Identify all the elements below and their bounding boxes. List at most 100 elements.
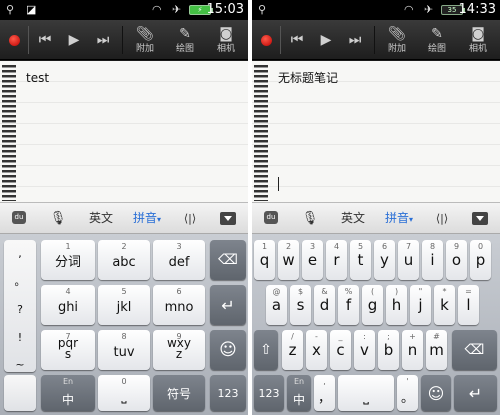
note-editor[interactable]: test [0, 61, 248, 202]
cursor-move-icon[interactable]: ⟨|⟩ [428, 203, 456, 234]
key-c[interactable]: _ c [330, 330, 351, 370]
key-e[interactable]: 3e [302, 240, 323, 280]
symbol-key[interactable]: 符号 [153, 375, 205, 411]
key-m[interactable]: # m [426, 330, 447, 370]
key-4[interactable]: 4 ghi [41, 285, 95, 325]
key-f[interactable]: % f [338, 285, 359, 325]
key-digit: 5 [121, 287, 127, 296]
note-title[interactable]: 无标题笔记 [278, 71, 338, 85]
camera-label: 相机 [468, 43, 487, 54]
key-a[interactable]: @ a [266, 285, 287, 325]
key-2[interactable]: 2 abc [98, 240, 150, 280]
backspace-icon: ⌫ [218, 252, 238, 268]
key-u[interactable]: 7u [398, 240, 419, 280]
camera-button[interactable]: ◙ 相机 [206, 20, 246, 60]
pinyin-mode-button[interactable]: 拼音▾ [130, 203, 164, 234]
space-key[interactable]: 0 ⎵ [98, 375, 150, 411]
microphone-icon[interactable]: 🎙︎ [300, 203, 320, 234]
enter-icon: ↵ [468, 383, 483, 403]
key-label: f [345, 296, 352, 314]
key-y[interactable]: 6y [374, 240, 395, 280]
enter-key[interactable]: ↵ [210, 285, 246, 325]
english-mode-button[interactable]: 英文 [336, 203, 370, 234]
key-v[interactable]: :v [354, 330, 375, 370]
record-button[interactable] [9, 35, 20, 46]
key-g[interactable]: (g [362, 285, 383, 325]
ime-logo-icon[interactable]: du [264, 211, 278, 224]
skip-forward-button[interactable]: ⏭ [342, 20, 368, 60]
record-button[interactable] [261, 35, 272, 46]
camera-button[interactable]: ◙ 相机 [458, 20, 498, 60]
microphone-icon[interactable]: 🎙︎ [48, 203, 68, 234]
attach-button[interactable]: 📎︎ 附加 [378, 20, 416, 60]
draw-button[interactable]: ✎ 绘图 [166, 20, 204, 60]
key-n[interactable]: + n [402, 330, 423, 370]
backspace-key[interactable]: ⌫ [452, 330, 497, 370]
key-l[interactable]: = l [458, 285, 479, 325]
attach-button[interactable]: 📎︎ 附加 [126, 20, 164, 60]
key-8[interactable]: 8 tuv [98, 330, 150, 370]
comma-key[interactable]: ,， [314, 375, 335, 411]
enter-key[interactable]: ↵ [454, 375, 497, 411]
punctuation-column[interactable]: , 。 ? ! ~ [4, 240, 36, 372]
key-6[interactable]: 6 mno [153, 285, 205, 325]
key-b[interactable]: ; b [378, 330, 399, 370]
language-switch-key[interactable]: En 中 [41, 375, 95, 411]
comma-key[interactable]: , [4, 248, 36, 260]
number-key[interactable]: 123 [210, 375, 246, 411]
key-p[interactable]: 0p [470, 240, 491, 280]
skip-back-button[interactable]: ⏮ [284, 20, 310, 60]
key-1[interactable]: 1 分词 [41, 240, 95, 280]
pinyin-mode-button[interactable]: 拼音▾ [382, 203, 416, 234]
key-q[interactable]: 1q [254, 240, 275, 280]
key-j[interactable]: " j [410, 285, 431, 325]
cursor-move-icon[interactable]: ⟨|⟩ [176, 203, 204, 234]
question-key[interactable]: ? [4, 304, 36, 316]
number-key[interactable]: 123 [254, 375, 284, 411]
key-r[interactable]: 4r [326, 240, 347, 280]
period-key[interactable]: 。 [4, 276, 36, 288]
note-editor[interactable]: 无标题笔记 [252, 61, 500, 202]
key-digit: 0 [121, 377, 127, 386]
draw-button[interactable]: ✎ 绘图 [418, 20, 456, 60]
shift-key[interactable]: ⇧ [254, 330, 278, 370]
key-5[interactable]: 5 jkl [98, 285, 150, 325]
attach-label: 附加 [135, 43, 154, 54]
emoji-key[interactable]: ☺ [210, 330, 246, 370]
ime-toolbar: du 🎙︎ 英文 拼音▾ ⟨|⟩ [0, 202, 248, 234]
key-k[interactable]: * k [434, 285, 455, 325]
hide-keyboard-icon[interactable] [472, 212, 488, 225]
exclaim-key[interactable]: ! [4, 332, 36, 344]
key-t[interactable]: 5t [350, 240, 371, 280]
key-label: w [282, 251, 295, 269]
tilde-key[interactable]: ~ [4, 359, 36, 371]
backspace-key[interactable]: ⌫ [210, 240, 246, 280]
paperclip-icon: 📎︎ [136, 25, 154, 42]
space-key[interactable]: ⎵ [338, 375, 394, 411]
english-mode-button[interactable]: 英文 [84, 203, 118, 234]
key-x[interactable]: -x [306, 330, 327, 370]
period-key[interactable]: '。 [397, 375, 418, 411]
key-z[interactable]: / z [282, 330, 303, 370]
skip-forward-button[interactable]: ⏭ [90, 20, 116, 60]
key-w[interactable]: 2w [278, 240, 299, 280]
key-i[interactable]: 8i [422, 240, 443, 280]
key-s[interactable]: $ s [290, 285, 311, 325]
key-9[interactable]: 9 wxy z [153, 330, 205, 370]
key-alt-label: & [321, 287, 328, 296]
key-label: r [333, 251, 340, 269]
skip-back-button[interactable]: ⏮ [32, 20, 58, 60]
play-button[interactable]: ▶ [62, 20, 86, 60]
emoji-key[interactable]: ☺ [421, 375, 451, 411]
key-h[interactable]: ) h [386, 285, 407, 325]
play-button[interactable]: ▶ [314, 20, 338, 60]
hide-keyboard-icon[interactable] [220, 212, 236, 225]
key-3[interactable]: 3 def [153, 240, 205, 280]
key-d[interactable]: & d [314, 285, 335, 325]
language-switch-key[interactable]: En 中 [287, 375, 311, 411]
ime-logo-icon[interactable]: du [12, 211, 26, 224]
key-o[interactable]: 9o [446, 240, 467, 280]
note-text[interactable]: test [26, 71, 49, 85]
tilde-key-area[interactable] [4, 375, 36, 411]
key-7[interactable]: 7 pqr s [41, 330, 95, 370]
